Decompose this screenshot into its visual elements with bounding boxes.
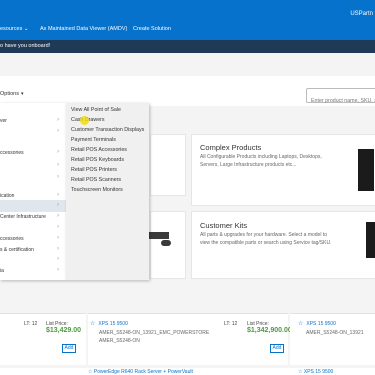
product-sku-link[interactable]: ☆ XPS 15 9500: [298, 369, 333, 375]
card-description: All Configurable Products including Lapt…: [200, 154, 322, 168]
subcategory-menu: View All Point of Sale Cash Drawers Cust…: [66, 103, 149, 280]
menu-item[interactable]: ›: [0, 172, 66, 184]
tower-server-image: [358, 149, 374, 191]
chevron-right-icon: ›: [57, 224, 59, 230]
keyboard-image: [149, 232, 169, 239]
product-code: AMER_S5248-ON: [99, 338, 140, 344]
chevron-right-icon: ›: [57, 213, 59, 219]
chevron-right-icon: ›: [57, 235, 59, 241]
cursor-highlight: [80, 116, 89, 125]
card-title: Customer Kits: [200, 221, 248, 230]
nav-link-create-solution[interactable]: Create Solution: [133, 26, 171, 32]
card-description: All parts & upgrades for your hardware. …: [200, 232, 332, 246]
chevron-right-icon: ›: [57, 202, 59, 208]
category-menu: ver › › ccessories › › › ication › › Center…: [0, 103, 66, 280]
product-card: ☆ XPS 15 9500 AMER_S5248-ON_13921_EMC_POW…: [88, 313, 292, 365]
nav-link-amdv[interactable]: As Maintained Data Viewer (AMDV): [40, 26, 127, 32]
lead-time: LT: 12: [224, 321, 238, 327]
chevron-down-icon: ⌄: [23, 26, 29, 32]
user-menu[interactable]: USPartn: [350, 11, 373, 17]
chevron-right-icon: ›: [57, 267, 59, 273]
caret-down-icon: ▾: [20, 91, 24, 97]
top-navigation: esources ⌄ As Maintained Data Viewer (AM…: [0, 0, 375, 40]
star-icon[interactable]: ☆: [90, 321, 95, 327]
product-price: $13,429.00: [46, 327, 82, 334]
product-code: AMER_S5248-ON_13921_EMC_POWERSTORE: [99, 330, 210, 336]
chevron-right-icon: ›: [57, 162, 59, 168]
menu-item-accessories[interactable]: ccessories ›: [0, 147, 66, 159]
product-code: AMER_S5248-ON_13921: [306, 330, 364, 336]
complex-products-card[interactable]: Complex Products All Configurable Produc…: [191, 134, 375, 206]
welcome-text: o have you onboard!: [0, 43, 51, 49]
product-sku-link[interactable]: XPS 15 9500: [98, 321, 127, 327]
product-sku-link[interactable]: ☆ PowerEdge R640 Rack Server + PowerVaul…: [88, 369, 193, 375]
search-box[interactable]: [306, 88, 375, 108]
menu-item[interactable]: ›: [0, 126, 66, 138]
chevron-right-icon: ›: [57, 246, 59, 252]
options-dropdown[interactable]: Options ▾: [0, 91, 23, 97]
category-card-left-top[interactable]: [150, 134, 186, 196]
component-image: [366, 222, 375, 258]
nav-link-resources[interactable]: esources ⌄: [0, 26, 28, 32]
star-icon[interactable]: ☆: [88, 369, 92, 375]
submenu-item-customer-displays[interactable]: Customer Transaction Displays: [71, 127, 144, 133]
chevron-right-icon: ›: [57, 174, 59, 180]
product-row-bottom: ☆ PowerEdge R640 Rack Server + PowerVaul…: [0, 368, 375, 375]
submenu-item-view-all[interactable]: View All Point of Sale: [71, 107, 121, 113]
star-icon[interactable]: ☆: [298, 369, 302, 375]
welcome-banner: o have you onboard!: [0, 40, 375, 53]
product-card: ☆ XPS 15 9500 AMER_S5248-ON_13921: [290, 313, 375, 365]
product-card: LT: 12 List Price: $13,429.00 Add: [0, 313, 86, 365]
card-title: Complex Products: [200, 143, 262, 152]
customer-kits-card[interactable]: Customer Kits All parts & upgrades for y…: [191, 211, 375, 279]
search-input[interactable]: [307, 94, 375, 108]
chevron-right-icon: ›: [57, 128, 59, 134]
chevron-right-icon: ›: [57, 192, 59, 198]
submenu-item-touchscreen-monitors[interactable]: Touchscreen Monitors: [71, 187, 123, 193]
menu-item[interactable]: ›: [0, 160, 66, 172]
submenu-item-pos-printers[interactable]: Retail POS Printers: [71, 167, 117, 173]
add-button[interactable]: Add: [62, 344, 76, 353]
menu-item-media[interactable]: ia ›: [0, 265, 66, 277]
chevron-right-icon: ›: [57, 117, 59, 123]
chevron-right-icon: ›: [57, 149, 59, 155]
submenu-item-payment-terminals[interactable]: Payment Terminals: [71, 137, 116, 143]
product-price: $1,342,900.00: [247, 327, 292, 334]
lead-time: LT: 12: [24, 321, 38, 327]
submenu-item-pos-keyboards[interactable]: Retail POS Keyboards: [71, 157, 124, 163]
mouse-image: [161, 240, 171, 246]
submenu-item-pos-scanners[interactable]: Retail POS Scanners: [71, 177, 121, 183]
category-card-left-bottom[interactable]: [149, 211, 186, 279]
add-button[interactable]: Add: [270, 344, 284, 353]
star-icon[interactable]: ☆: [298, 321, 303, 327]
submenu-item-pos-accessories[interactable]: Retail POS Accessories: [71, 147, 127, 153]
chevron-right-icon: ›: [57, 256, 59, 262]
product-sku-link[interactable]: XPS 15 9500: [306, 321, 335, 327]
